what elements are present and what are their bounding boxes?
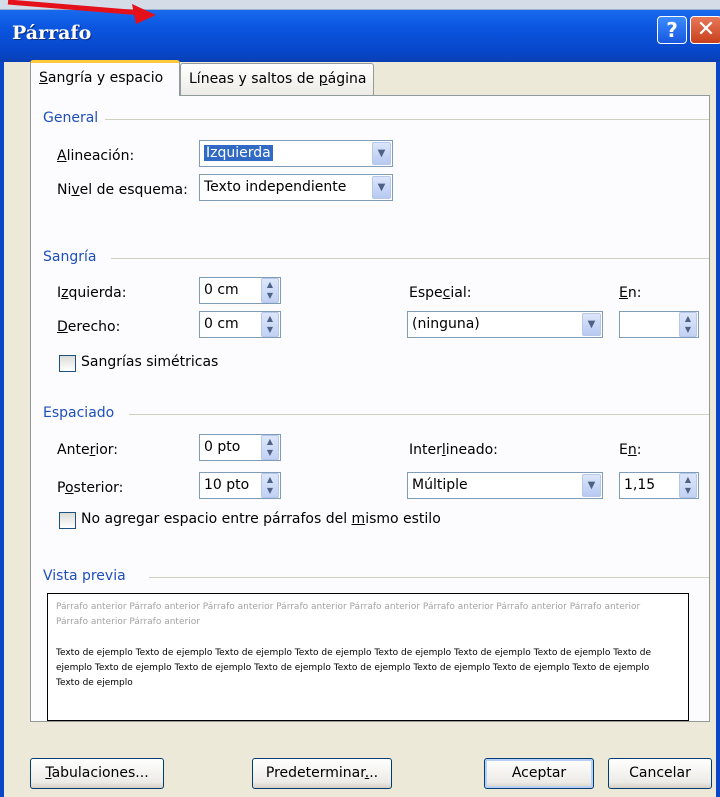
section-vista-previa: Vista previa <box>43 568 709 584</box>
section-divider <box>105 119 709 120</box>
interlineado-en-input[interactable]: 1,15 ▲ ▼ <box>619 472 699 499</box>
spinner-arrows-icon[interactable]: ▲ ▼ <box>679 312 697 337</box>
spinner-arrows-icon[interactable]: ▲ ▼ <box>261 278 279 303</box>
section-sangria: Sangría <box>43 249 709 265</box>
anterior-input[interactable]: 0 pto ▲ ▼ <box>199 434 281 461</box>
section-general: General <box>43 110 709 126</box>
section-heading: General <box>43 110 99 126</box>
aceptar-button[interactable]: Aceptar <box>484 758 594 789</box>
preview-box: Párrafo anterior Párrafo anterior Párraf… <box>47 593 689 721</box>
field-value: 0 cm <box>204 316 239 332</box>
nivel-esquema-label: Nivel de esquema: <box>57 182 188 198</box>
spinner-arrows-icon[interactable]: ▲ ▼ <box>261 312 279 337</box>
chevron-down-icon[interactable]: ▼ <box>582 313 601 336</box>
nivel-esquema-select[interactable]: Texto independiente ▼ <box>199 174 393 201</box>
sangria-izquierda-label: Izquierda: <box>57 285 127 301</box>
interlineado-select[interactable]: Múltiple ▼ <box>407 472 603 499</box>
interlineado-label: Interlineado: <box>409 442 498 458</box>
section-heading: Vista previa <box>43 568 126 584</box>
tab-label: Líneas y saltos de <box>189 71 319 87</box>
tab-sangria-y-espacio[interactable]: Sangría y espacio <box>30 60 180 96</box>
no-agregar-espacio-checkbox[interactable] <box>59 512 76 529</box>
tab-lineas-y-saltos[interactable]: Líneas y saltos de página <box>180 63 374 95</box>
sangria-derecho-label: Derecho: <box>57 319 121 335</box>
field-value: 1,15 <box>624 477 656 493</box>
tab-label: angría y espacio <box>47 70 164 86</box>
tabulaciones-button[interactable]: Tabulaciones... <box>30 758 164 789</box>
help-icon: ? <box>666 18 678 42</box>
alineacion-value: Izquierda <box>204 145 273 161</box>
close-button[interactable]: ✕ <box>690 16 720 44</box>
field-value: 10 pto <box>204 477 250 493</box>
nivel-esquema-value: Texto independiente <box>204 179 347 195</box>
tab-panel: General Alineación: Izquierda ▼ Nivel de… <box>30 95 710 722</box>
red-arrow-icon <box>7 0 156 24</box>
preview-previous-paragraph: Párrafo anterior Párrafo anterior Párraf… <box>56 602 641 627</box>
preview-sample-paragraph: Texto de ejemplo Texto de ejemplo Texto … <box>56 648 652 688</box>
help-button[interactable]: ? <box>657 16 687 44</box>
sangrias-simetricas-label[interactable]: Sangrías simétricas <box>81 354 218 370</box>
cancelar-button[interactable]: Cancelar <box>608 758 712 789</box>
chevron-down-icon[interactable]: ▼ <box>372 176 391 199</box>
alineacion-label: Alineación: <box>57 148 135 164</box>
no-agregar-espacio-label[interactable]: No agregar espacio entre párrafos del mi… <box>81 511 441 527</box>
spinner-arrows-icon[interactable]: ▲ ▼ <box>679 473 697 498</box>
chevron-down-icon[interactable]: ▼ <box>372 142 391 165</box>
sangria-derecho-input[interactable]: 0 cm ▲ ▼ <box>199 311 281 338</box>
tab-label: ágina <box>327 71 367 87</box>
anterior-label: Anterior: <box>57 442 119 458</box>
sangria-en-label: En: <box>619 285 642 301</box>
sangrias-simetricas-checkbox[interactable] <box>59 355 76 372</box>
section-divider <box>111 258 709 259</box>
tab-label-accesskey: S <box>39 70 48 86</box>
posterior-input[interactable]: 10 pto ▲ ▼ <box>199 472 281 499</box>
posterior-label: Posterior: <box>57 480 124 496</box>
field-value: Múltiple <box>412 477 468 493</box>
chevron-down-icon[interactable]: ▼ <box>582 474 601 497</box>
section-espaciado: Espaciado <box>43 405 709 421</box>
section-heading: Sangría <box>43 249 97 265</box>
section-heading: Espaciado <box>43 405 115 421</box>
sangria-en-input[interactable]: ▲ ▼ <box>619 311 699 338</box>
alineacion-select[interactable]: Izquierda ▼ <box>199 140 393 167</box>
section-divider <box>149 577 709 578</box>
close-icon: ✕ <box>696 17 716 42</box>
predeterminar-button[interactable]: Predeterminar... <box>252 758 392 789</box>
field-value: (ninguna) <box>412 316 480 332</box>
spinner-arrows-icon[interactable]: ▲ ▼ <box>261 473 279 498</box>
especial-label: Especial: <box>409 285 472 301</box>
field-value: 0 pto <box>204 439 241 455</box>
field-value: 0 cm <box>204 282 239 298</box>
interlineado-en-label: En: <box>619 442 642 458</box>
spinner-arrows-icon[interactable]: ▲ ▼ <box>261 435 279 460</box>
sangria-izquierda-input[interactable]: 0 cm ▲ ▼ <box>199 277 281 304</box>
especial-select[interactable]: (ninguna) ▼ <box>407 311 603 338</box>
tab-label-accesskey: p <box>318 71 328 87</box>
section-divider <box>129 414 709 415</box>
